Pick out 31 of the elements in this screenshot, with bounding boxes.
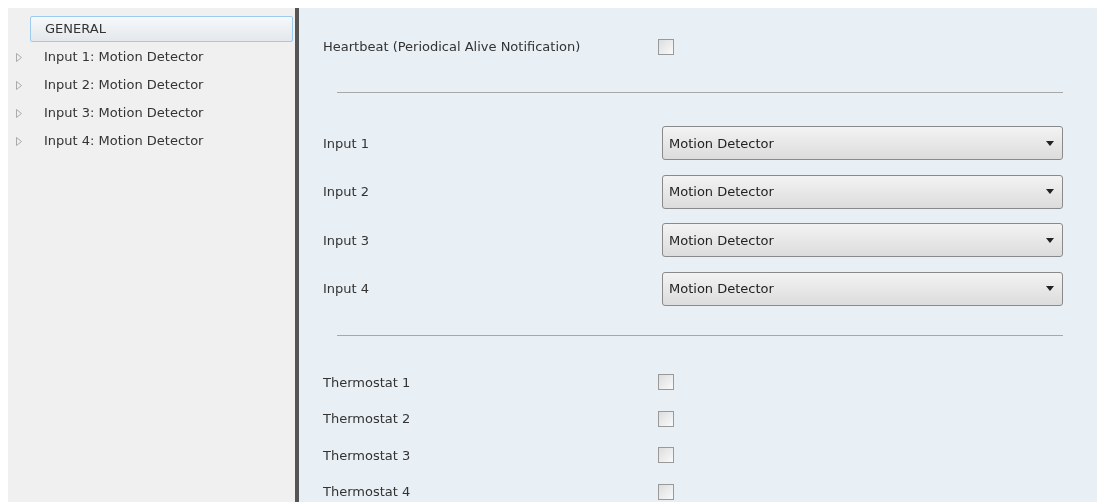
dropdown[interactable]: Motion Detector — [662, 271, 1063, 306]
field-label: Thermostat 4 — [323, 483, 412, 501]
field-label: Input 4 — [323, 280, 371, 298]
caret-icon — [1046, 286, 1054, 292]
expand-icon[interactable] — [16, 52, 22, 62]
sidebar-item[interactable]: GENERAL — [30, 16, 293, 42]
dropdown[interactable]: Motion Detector — [662, 223, 1063, 258]
field-label: Input 2 — [323, 183, 371, 201]
checkbox[interactable] — [658, 39, 674, 55]
expand-icon[interactable] — [16, 136, 22, 146]
field-label: Thermostat 1 — [323, 373, 412, 392]
field-label: Thermostat 3 — [323, 446, 412, 465]
checkbox[interactable] — [658, 410, 674, 427]
dropdown[interactable]: Motion Detector — [662, 174, 1063, 209]
expand-icon[interactable] — [16, 80, 22, 90]
caret-icon — [1046, 189, 1054, 195]
dropdown[interactable]: Motion Detector — [662, 126, 1063, 161]
sidebar-item[interactable]: Input 1: Motion Detector — [30, 45, 218, 69]
caret-icon — [1046, 140, 1054, 146]
field-label: Input 3 — [323, 231, 371, 250]
expand-icon[interactable] — [16, 108, 22, 118]
checkbox[interactable] — [658, 447, 674, 464]
checkbox[interactable] — [658, 483, 674, 500]
caret-icon — [1046, 237, 1054, 243]
sidebar-item[interactable]: Input 4: Motion Detector — [30, 129, 218, 153]
checkbox[interactable] — [658, 374, 674, 391]
sidebar-item[interactable]: Input 3: Motion Detector — [30, 101, 218, 125]
sidebar-item[interactable]: Input 2: Motion Detector — [30, 73, 218, 97]
field-label: Thermostat 2 — [323, 410, 412, 428]
field-label: Input 1 — [323, 134, 371, 153]
field-label: Heartbeat (Periodical Alive Notification) — [323, 38, 582, 57]
